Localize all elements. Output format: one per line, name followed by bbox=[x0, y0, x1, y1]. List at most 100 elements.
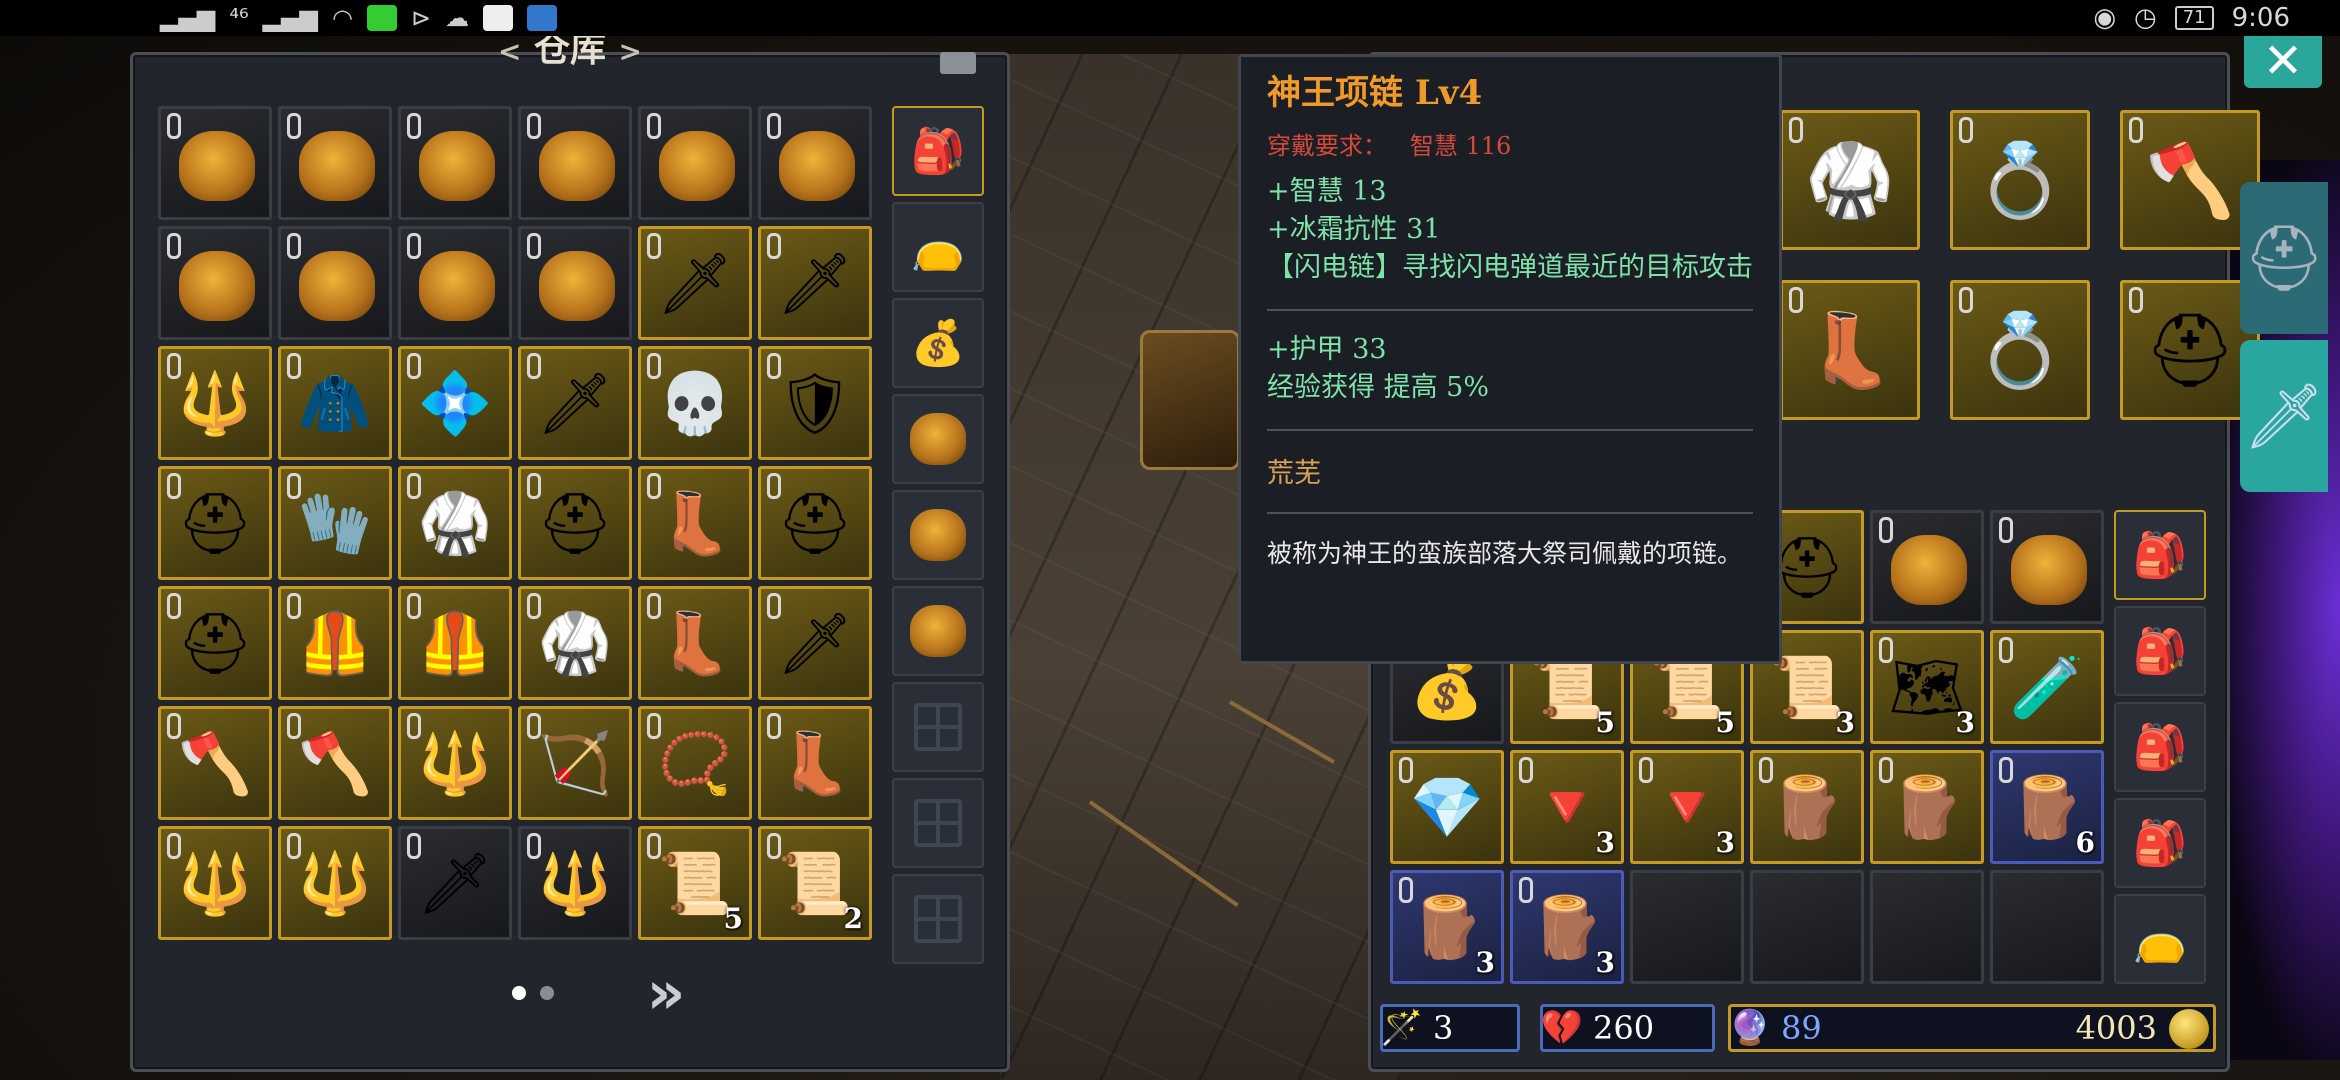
item-slot[interactable] bbox=[1630, 870, 1744, 984]
item-slot[interactable]: 🦺 bbox=[278, 586, 392, 700]
item-slot[interactable]: 🗡 bbox=[758, 226, 872, 340]
bag-slot[interactable]: 🎒 bbox=[892, 106, 984, 196]
item-slot[interactable]: 🗡 bbox=[758, 586, 872, 700]
item-icon: 🥋 bbox=[417, 488, 493, 559]
item-slot[interactable]: ⛑ bbox=[2120, 280, 2260, 420]
equipment-tab[interactable]: ⛑ bbox=[2240, 182, 2328, 334]
item-slot[interactable]: 💍 bbox=[1950, 110, 2090, 250]
item-slot[interactable]: 🔱 bbox=[278, 826, 392, 940]
item-slot[interactable]: 🥋 bbox=[398, 466, 512, 580]
bag-slot[interactable] bbox=[892, 394, 984, 484]
item-slot[interactable]: 🪵 3 bbox=[1390, 870, 1504, 984]
inventory-tab[interactable]: 🗡 bbox=[2240, 340, 2328, 492]
item-slot[interactable]: 🏹 bbox=[518, 706, 632, 820]
close-button[interactable]: ✕ bbox=[2244, 36, 2322, 88]
item-slot[interactable]: 🧥 bbox=[278, 346, 392, 460]
item-slot[interactable] bbox=[398, 226, 512, 340]
next-page-button[interactable]: » bbox=[630, 962, 702, 1024]
item-slot[interactable]: 🗡 bbox=[518, 346, 632, 460]
gold-count: 4003 bbox=[2075, 1009, 2157, 1047]
item-slot[interactable]: 🪵 6 bbox=[1990, 750, 2104, 864]
item-slot[interactable]: 🧤 bbox=[278, 466, 392, 580]
empty-bag-slot[interactable] bbox=[892, 874, 984, 964]
item-slot[interactable]: 💎 bbox=[1390, 750, 1504, 864]
item-slot[interactable]: 🔱 bbox=[398, 706, 512, 820]
item-slot[interactable]: ⛑ bbox=[158, 466, 272, 580]
prev-tab-arrow[interactable]: < bbox=[498, 36, 521, 68]
item-slot[interactable] bbox=[758, 106, 872, 220]
item-slot[interactable]: 🧪 bbox=[1990, 630, 2104, 744]
item-slot[interactable]: 🗡 bbox=[398, 826, 512, 940]
bag-slot[interactable] bbox=[892, 490, 984, 580]
equipment-grid: 🥋 💍 🪓 👢 💍 ⛑ bbox=[1780, 110, 2260, 420]
item-slot[interactable]: 💠 bbox=[398, 346, 512, 460]
bag-slot[interactable]: 👝 bbox=[892, 202, 984, 292]
empty-bag-slot[interactable] bbox=[892, 778, 984, 868]
page-dot-1[interactable] bbox=[512, 986, 526, 1000]
bag-slot[interactable]: 🎒 bbox=[2114, 606, 2206, 696]
bag-slot[interactable]: 🎒 bbox=[2114, 702, 2206, 792]
item-slot[interactable] bbox=[278, 226, 392, 340]
page-dot-2[interactable] bbox=[540, 986, 554, 1000]
save-icon[interactable] bbox=[940, 52, 976, 74]
item-slot[interactable]: ⛑ bbox=[758, 466, 872, 580]
item-slot[interactable] bbox=[638, 106, 752, 220]
item-slot[interactable] bbox=[518, 226, 632, 340]
item-slot[interactable]: 🥋 bbox=[1780, 110, 1920, 250]
staff-currency: 🪄 3 bbox=[1380, 1004, 1520, 1052]
item-slot[interactable]: ⛑ bbox=[158, 586, 272, 700]
item-slot[interactable]: 🪵 bbox=[1750, 750, 1864, 864]
item-slot[interactable]: 📿 bbox=[638, 706, 752, 820]
item-slot[interactable]: 🛡 bbox=[758, 346, 872, 460]
bound-chain-icon bbox=[167, 113, 181, 139]
item-slot[interactable] bbox=[1990, 510, 2104, 624]
signal-icon: ▂▄▆ bbox=[160, 4, 216, 32]
item-slot[interactable]: 🥋 bbox=[518, 586, 632, 700]
requirement-label: 穿戴要求： bbox=[1267, 132, 1387, 160]
empty-bag-slot[interactable] bbox=[892, 682, 984, 772]
item-slot[interactable]: 🪵 bbox=[1870, 750, 1984, 864]
item-slot[interactable]: 👢 bbox=[1780, 280, 1920, 420]
bag-slot[interactable]: 🎒 bbox=[2114, 798, 2206, 888]
item-slot[interactable]: 👢 bbox=[638, 466, 752, 580]
item-slot[interactable] bbox=[1750, 870, 1864, 984]
item-slot[interactable] bbox=[1870, 510, 1984, 624]
item-slot[interactable]: 📜 2 bbox=[758, 826, 872, 940]
item-slot[interactable] bbox=[1990, 870, 2104, 984]
item-slot[interactable] bbox=[158, 106, 272, 220]
bag-slot[interactable]: 🎒 bbox=[2114, 510, 2206, 600]
bag-slot[interactable] bbox=[892, 586, 984, 676]
item-icon: 👢 bbox=[657, 608, 733, 679]
divider bbox=[1267, 512, 1753, 514]
next-tab-arrow[interactable]: > bbox=[619, 36, 642, 68]
item-slot[interactable]: ⛑ bbox=[518, 466, 632, 580]
item-icon: 🗡 bbox=[776, 248, 854, 319]
item-slot[interactable] bbox=[278, 106, 392, 220]
item-slot[interactable]: 🗡 bbox=[638, 226, 752, 340]
item-slot[interactable]: 🔻 3 bbox=[1510, 750, 1624, 864]
bag-slot[interactable]: 👝 bbox=[2114, 894, 2206, 984]
bag-slot[interactable]: 💰 bbox=[892, 298, 984, 388]
item-slot[interactable]: 🔱 bbox=[158, 826, 272, 940]
item-slot[interactable]: 💍 bbox=[1950, 280, 2090, 420]
item-slot[interactable]: 🦺 bbox=[398, 586, 512, 700]
crystal-count: 89 bbox=[1781, 1009, 1822, 1047]
item-slot[interactable]: 🪓 bbox=[2120, 110, 2260, 250]
item-slot[interactable]: 🗺 3 bbox=[1870, 630, 1984, 744]
app-icon bbox=[483, 5, 514, 31]
item-slot[interactable] bbox=[518, 106, 632, 220]
item-slot[interactable] bbox=[1870, 870, 1984, 984]
warehouse-title: < 仓库 > bbox=[440, 36, 700, 72]
item-slot[interactable]: 🪓 bbox=[158, 706, 272, 820]
item-slot[interactable]: 🔻 3 bbox=[1630, 750, 1744, 864]
item-slot[interactable]: 🪵 3 bbox=[1510, 870, 1624, 984]
item-slot[interactable]: 🪓 bbox=[278, 706, 392, 820]
item-slot[interactable]: 👢 bbox=[638, 586, 752, 700]
item-slot[interactable] bbox=[398, 106, 512, 220]
item-slot[interactable]: 👢 bbox=[758, 706, 872, 820]
item-slot[interactable]: 📜 5 bbox=[638, 826, 752, 940]
item-slot[interactable]: 💀 bbox=[638, 346, 752, 460]
item-slot[interactable] bbox=[158, 226, 272, 340]
item-slot[interactable]: 🔱 bbox=[158, 346, 272, 460]
item-slot[interactable]: 🔱 bbox=[518, 826, 632, 940]
